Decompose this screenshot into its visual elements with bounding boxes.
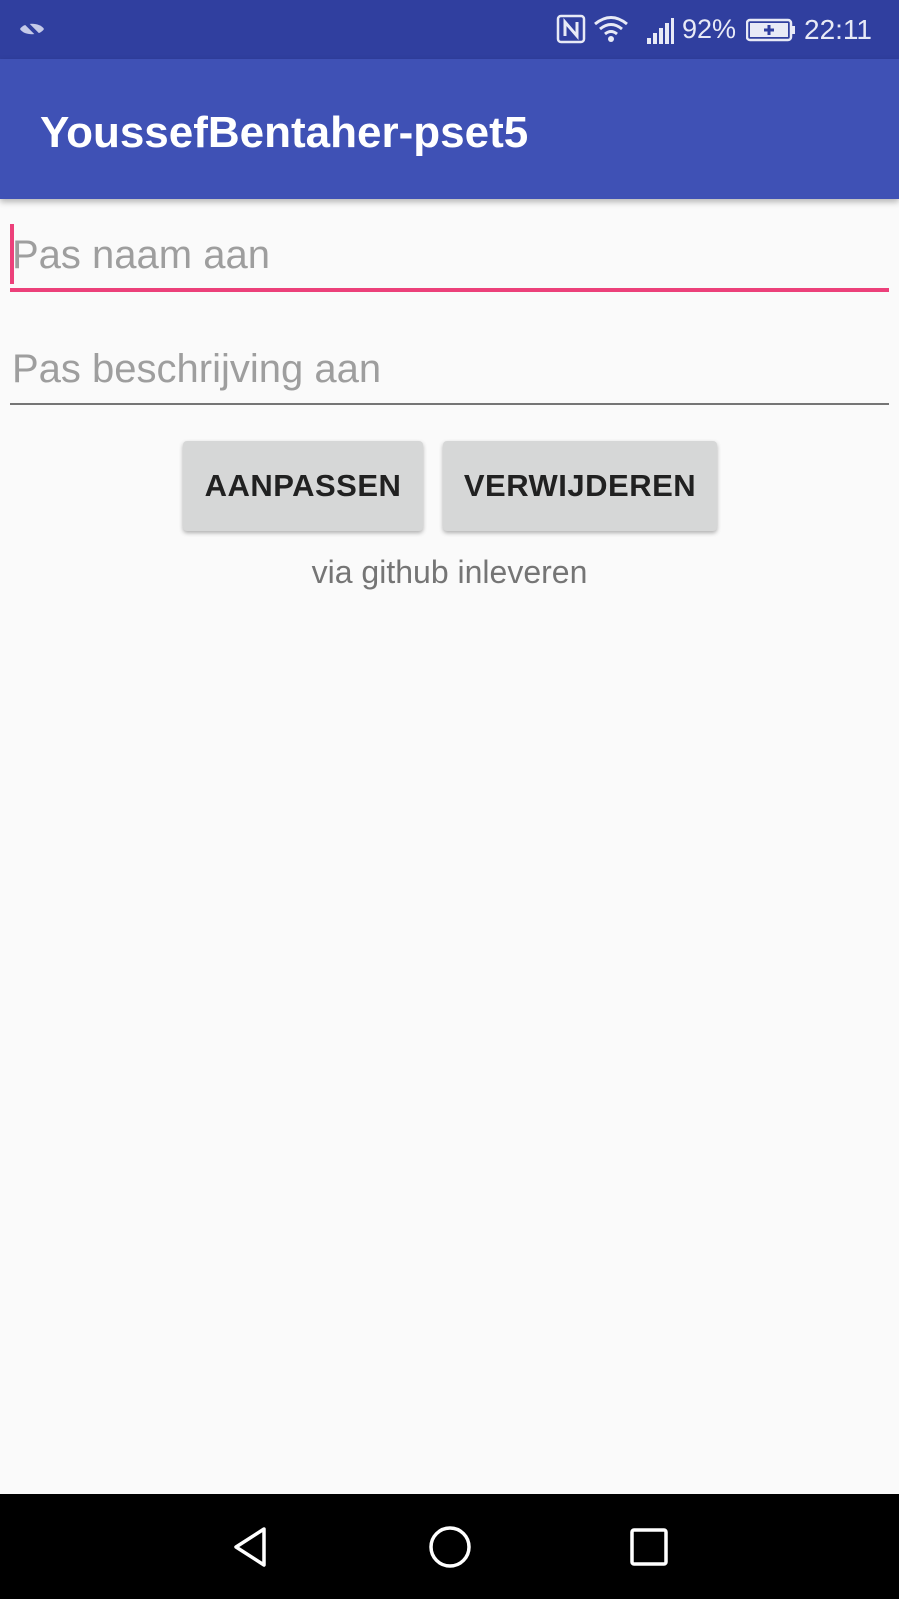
status-bar: 92% 22:11 — [0, 0, 899, 59]
text-cursor — [10, 224, 14, 284]
clock: 22:11 — [804, 14, 872, 45]
app-bar: YoussefBentaher-pset5 — [0, 59, 899, 199]
signal-icon — [647, 18, 674, 44]
eye-off-icon — [20, 18, 44, 41]
description-input[interactable] — [10, 335, 889, 405]
delete-button[interactable]: VERWIJDEREN — [443, 441, 717, 531]
battery-percentage: 92% — [682, 14, 737, 44]
back-icon[interactable] — [228, 1524, 274, 1570]
navigation-bar — [0, 1494, 899, 1599]
wifi-icon — [594, 16, 628, 42]
app-title: YoussefBentaher-pset5 — [40, 108, 529, 157]
recents-icon[interactable] — [626, 1524, 672, 1570]
name-input[interactable] — [10, 222, 889, 292]
nfc-icon — [556, 14, 586, 44]
update-button[interactable]: AANPASSEN — [183, 441, 423, 531]
battery-charging-icon — [746, 18, 795, 42]
hint-text: via github inleveren — [311, 554, 588, 590]
screen: 92% 22:11 YoussefBentaher-pset5 AANPASSE… — [0, 0, 899, 1599]
home-icon[interactable] — [427, 1524, 473, 1570]
